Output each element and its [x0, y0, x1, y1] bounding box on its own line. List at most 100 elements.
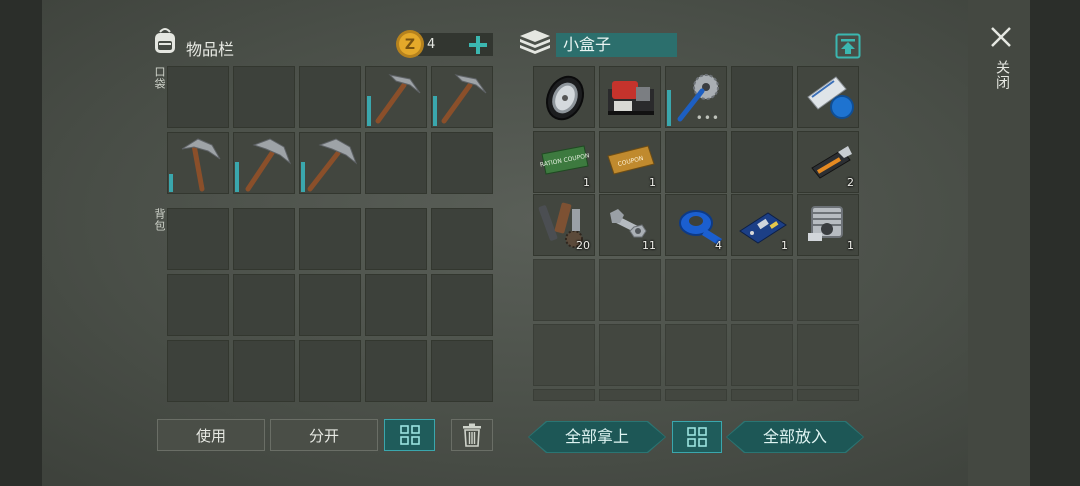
wheel-icon	[546, 75, 584, 121]
item-count: 20	[576, 239, 590, 252]
item-count: 1	[583, 176, 590, 189]
trash-button[interactable]	[451, 419, 493, 451]
container-slot-saw-tool[interactable]: •••	[665, 66, 727, 128]
container-slot-duct-tape[interactable]: 4	[665, 194, 727, 256]
backpack-slot[interactable]	[233, 340, 295, 402]
pocket-slot-5[interactable]	[431, 66, 493, 128]
container-slot-empty[interactable]	[665, 389, 727, 401]
add-coins-button[interactable]	[466, 33, 490, 57]
item-count: 11	[642, 239, 656, 252]
item-count: 4	[715, 239, 722, 252]
container-slot-empty[interactable]	[731, 324, 793, 386]
backpack-slot[interactable]	[299, 208, 361, 270]
container-slot-generator[interactable]	[599, 66, 661, 128]
close-button[interactable]: 关闭	[986, 22, 1016, 98]
coin-icon: Z	[395, 29, 425, 59]
container-slot-empty[interactable]	[797, 389, 859, 401]
pickaxe-icon	[375, 74, 421, 124]
trash-icon	[463, 423, 481, 447]
item-count: 1	[649, 176, 656, 189]
container-slot-blueprint[interactable]	[797, 66, 859, 128]
container-slot-empty[interactable]	[797, 259, 859, 321]
backpack-slot[interactable]	[167, 208, 229, 270]
container-slot-wheel[interactable]	[533, 66, 595, 128]
grid-sort-icon	[687, 427, 707, 447]
backpack-slot[interactable]	[299, 274, 361, 336]
durability-bar	[235, 162, 239, 192]
inventory-title: 物品栏	[186, 40, 235, 59]
split-button[interactable]: 分开	[270, 419, 378, 451]
box-icon	[518, 28, 552, 58]
container-slot-empty[interactable]	[797, 324, 859, 386]
backpack-slot[interactable]	[365, 274, 427, 336]
sort-inventory-button[interactable]	[384, 419, 435, 451]
container-slot-empty[interactable]	[665, 131, 727, 193]
container-slot-engine-cylinder[interactable]: 1	[797, 194, 859, 256]
container-slot-empty[interactable]	[665, 259, 727, 321]
put-all-button[interactable]: 全部放入	[726, 421, 864, 453]
generator-icon	[608, 81, 654, 115]
plus-icon	[469, 36, 487, 54]
container-slot-circuit-board[interactable]: 1	[731, 194, 793, 256]
container-slot-empty[interactable]	[599, 389, 661, 401]
pocket-slot-3[interactable]	[299, 66, 361, 128]
pocket-slot-9[interactable]	[365, 132, 427, 194]
container-slot-empty[interactable]	[731, 389, 793, 401]
backpack-slot[interactable]	[167, 274, 229, 336]
container-slot-empty[interactable]	[731, 66, 793, 128]
pickaxe-icon	[441, 74, 487, 124]
container-slot-green-coupon[interactable]: RATION COUPON 1	[533, 131, 595, 193]
container-slot-gold-coupon[interactable]: COUPON 1	[599, 131, 661, 193]
backpack-slot[interactable]	[233, 208, 295, 270]
backpack-slot[interactable]	[167, 340, 229, 402]
take-all-label: 全部拿上	[564, 427, 629, 446]
pocket-slot-6[interactable]	[167, 132, 229, 194]
container-slot-empty[interactable]	[533, 259, 595, 321]
pocket-slot-4[interactable]	[365, 66, 427, 128]
container-slot-empty[interactable]	[731, 131, 793, 193]
container-slot-empty[interactable]	[731, 259, 793, 321]
backpack-slot[interactable]	[233, 274, 295, 336]
pocket-slot-8[interactable]	[299, 132, 361, 194]
grid-sort-icon	[400, 425, 420, 445]
pocket-slot-1[interactable]	[167, 66, 229, 128]
backpack-slot[interactable]	[365, 340, 427, 402]
backpack-slot[interactable]	[431, 274, 493, 336]
close-icon	[991, 27, 1011, 47]
container-slot-bolts[interactable]: 11	[599, 194, 661, 256]
use-button[interactable]: 使用	[157, 419, 265, 451]
pickaxe-icon	[307, 138, 358, 192]
pocket-slot-7[interactable]	[233, 132, 295, 194]
put-all-label: 全部放入	[762, 427, 827, 446]
backpack-label: 背包	[153, 208, 166, 232]
svg-text:Z: Z	[405, 37, 415, 53]
container-slot-tool-parts[interactable]: 20	[533, 194, 595, 256]
backpack-slot[interactable]	[299, 340, 361, 402]
durability-bar	[667, 90, 671, 126]
close-label: 关闭	[994, 60, 1010, 90]
backpack-slot[interactable]	[431, 208, 493, 270]
container-slot-empty[interactable]	[599, 259, 661, 321]
container-slot-empty[interactable]	[533, 324, 595, 386]
durability-bar	[433, 96, 437, 126]
container-name[interactable]: 小盒子	[556, 33, 677, 57]
durability-bar	[367, 96, 371, 126]
backpack-slot[interactable]	[365, 208, 427, 270]
item-count: 2	[847, 176, 854, 189]
backpack-slot[interactable]	[431, 340, 493, 402]
container-slot-empty[interactable]	[665, 324, 727, 386]
sort-container-button[interactable]	[672, 421, 722, 453]
screen-edge-right	[1030, 0, 1080, 486]
backpack-icon	[150, 26, 180, 56]
container-slot-empty[interactable]	[533, 389, 595, 401]
pocket-slot-10[interactable]	[431, 132, 493, 194]
container-slot-usb-drive[interactable]: 2	[797, 131, 859, 193]
blueprint-icon	[807, 76, 854, 119]
upload-button[interactable]	[835, 33, 861, 59]
upload-icon	[835, 33, 861, 59]
durability-bar	[301, 162, 305, 192]
container-slot-empty[interactable]	[599, 324, 661, 386]
pocket-slot-2[interactable]	[233, 66, 295, 128]
more-indicator: •••	[695, 111, 720, 125]
take-all-button[interactable]: 全部拿上	[528, 421, 666, 453]
